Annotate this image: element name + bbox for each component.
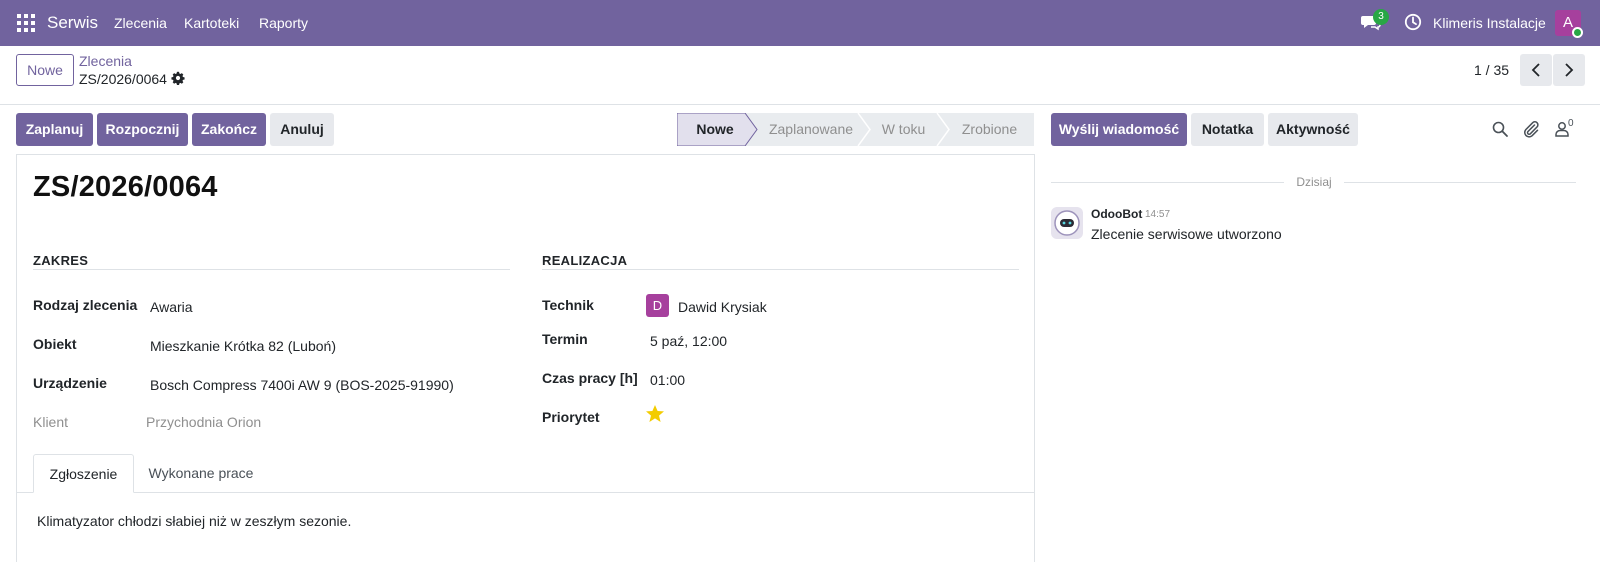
breadcrumb-current: ZS/2026/0064 — [79, 71, 167, 87]
pager-next-button[interactable] — [1553, 54, 1585, 86]
date-divider-right — [1344, 182, 1576, 183]
technician-avatar: D — [646, 294, 669, 317]
gear-icon[interactable] — [171, 71, 185, 85]
pager-value[interactable]: 1 / 35 — [1474, 62, 1509, 78]
stage-statusbar: Nowe Zaplanowane W toku Zrobione — [677, 113, 1034, 146]
field-client[interactable]: Przychodnia Orion — [146, 414, 261, 430]
online-status-dot — [1572, 27, 1583, 38]
followers-count: 0 — [1568, 118, 1574, 129]
chat-count-badge: 3 — [1373, 9, 1389, 25]
group-title-execution: REALIZACJA — [542, 253, 628, 268]
tab-wykonane-prace[interactable]: Wykonane prace — [139, 454, 263, 493]
pager-previous-button[interactable] — [1520, 54, 1552, 86]
plan-button[interactable]: Zaplanuj — [16, 113, 93, 146]
date-separator: Dzisiaj — [1296, 175, 1332, 189]
field-work-time[interactable]: 01:00 — [650, 372, 685, 388]
date-divider-left — [1051, 182, 1284, 183]
group-divider-scope — [33, 269, 510, 270]
message-time: 14:57 — [1145, 209, 1171, 220]
tab-zgloszenie[interactable]: Zgłoszenie — [33, 454, 134, 493]
finish-button[interactable]: Zakończ — [192, 113, 266, 146]
description-text[interactable]: Klimatyzator chłodzi słabiej niż w zeszł… — [37, 513, 351, 529]
priority-star-icon[interactable] — [645, 404, 665, 424]
group-title-scope: ZAKRES — [33, 253, 89, 268]
activity-button[interactable]: Aktywność — [1268, 113, 1358, 146]
paperclip-icon[interactable] — [1522, 120, 1540, 138]
label-order-type: Rodzaj zlecenia — [33, 297, 138, 313]
control-panel: Nowe Zlecenia ZS/2026/0064 1 / 35 — [0, 46, 1600, 105]
stage-zaplanowane[interactable]: Zaplanowane — [761, 113, 861, 146]
search-icon[interactable] — [1491, 120, 1509, 138]
message-author[interactable]: OdooBot — [1091, 207, 1142, 221]
record-title[interactable]: ZS/2026/0064 — [33, 171, 218, 204]
form-sheet — [16, 154, 1035, 562]
field-object[interactable]: Mieszkanie Krótka 82 (Luboń) — [150, 338, 336, 354]
label-device: Urządzenie — [33, 375, 107, 391]
send-message-button[interactable]: Wyślij wiadomość — [1051, 113, 1187, 146]
menu-zlecenia[interactable]: Zlecenia — [114, 15, 167, 31]
apps-menu-icon[interactable] — [17, 14, 35, 32]
activity-clock-icon[interactable] — [1404, 13, 1422, 31]
new-record-button[interactable]: Nowe — [16, 54, 74, 86]
menu-kartoteki[interactable]: Kartoteki — [184, 15, 239, 31]
message-body: Zlecenie serwisowe utworzono — [1091, 226, 1282, 242]
breadcrumb-parent[interactable]: Zlecenia — [79, 53, 132, 69]
field-technician[interactable]: Dawid Krysiak — [678, 299, 767, 315]
menu-raporty[interactable]: Raporty — [259, 15, 308, 31]
company-switcher[interactable]: Klimeris Instalacje — [1433, 15, 1546, 31]
field-date[interactable]: 5 paź, 12:00 — [650, 333, 727, 349]
top-navbar: Serwis Zlecenia Kartoteki Raporty 3 Klim… — [0, 0, 1600, 46]
stage-zrobione[interactable]: Zrobione — [947, 113, 1032, 146]
odoobot-avatar[interactable] — [1051, 207, 1083, 239]
start-button[interactable]: Rozpocznij — [97, 113, 188, 146]
app-name[interactable]: Serwis — [47, 13, 98, 33]
group-divider-execution — [542, 269, 1019, 270]
stage-nowe[interactable]: Nowe — [681, 113, 749, 146]
chevron-right-icon — [1565, 63, 1574, 77]
stage-w-toku[interactable]: W toku — [868, 113, 939, 146]
field-order-type[interactable]: Awaria — [150, 299, 193, 315]
label-technician: Technik — [542, 297, 594, 313]
chevron-left-icon — [1531, 63, 1540, 77]
log-note-button[interactable]: Notatka — [1191, 113, 1264, 146]
cancel-button[interactable]: Anuluj — [270, 113, 334, 146]
label-object: Obiekt — [33, 336, 77, 352]
field-device[interactable]: Bosch Compress 7400i AW 9 (BOS-2025-9199… — [150, 377, 454, 393]
label-work-time: Czas pracy [h] — [542, 370, 638, 386]
label-client: Klient — [33, 414, 69, 430]
robot-icon — [1054, 210, 1080, 236]
label-date: Termin — [542, 331, 588, 347]
label-priority: Priorytet — [542, 409, 600, 425]
